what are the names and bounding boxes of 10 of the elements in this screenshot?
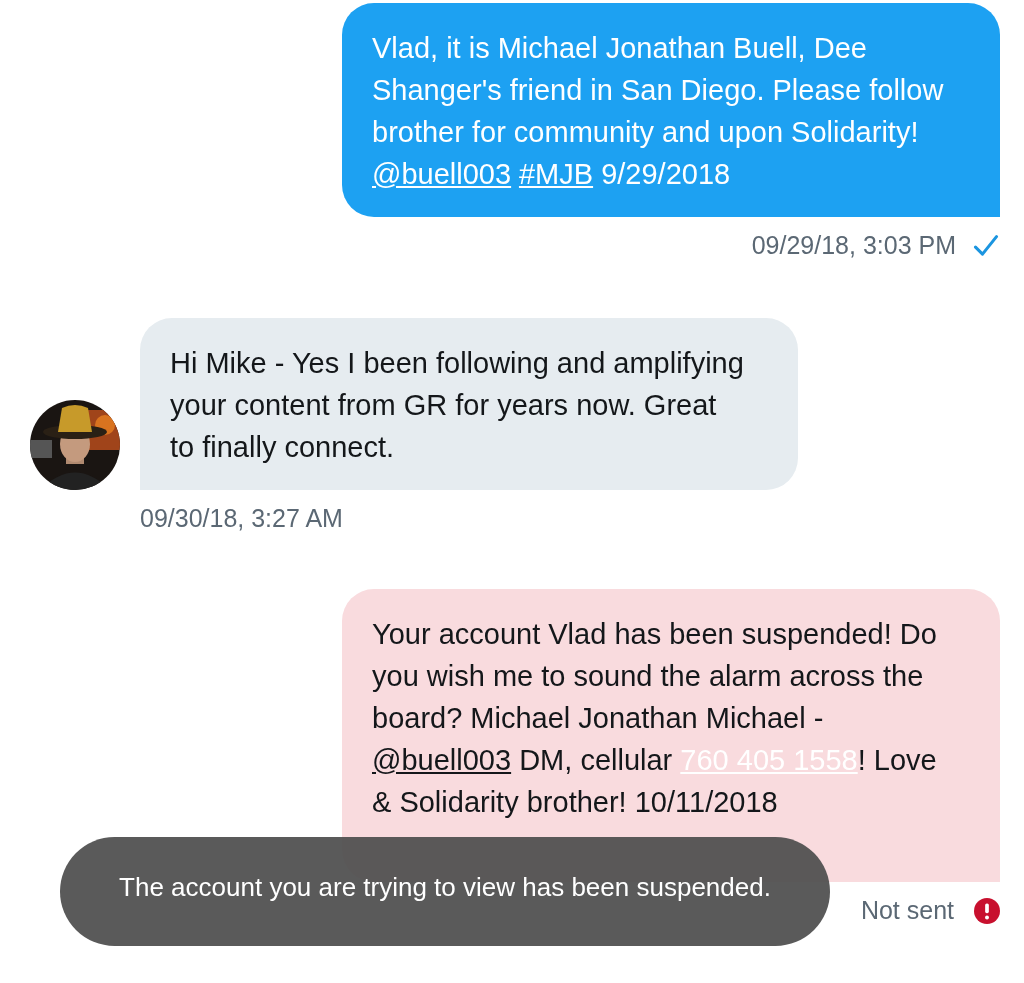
error-icon: [974, 897, 1000, 924]
mention-link[interactable]: @buell003: [372, 158, 512, 190]
toast-message: The account you are trying to view has been suspended.: [60, 837, 830, 946]
message-text: Vlad, it is Michael Jonathan Buell, Dee Shanger's friend in San Diego. Please follow brother for community and upon Solidarity! @buell003 #MJB 9/29/2018: [372, 32, 944, 190]
mention-link[interactable]: #MJB: [518, 158, 594, 190]
message-text: Hi Mike - Yes I been following and amplifying your content from GR for years now. Great to finally connect.: [170, 347, 744, 463]
timestamp: 09/30/18, 3:27 AM: [140, 504, 343, 533]
mention-link[interactable]: @buell003: [372, 744, 512, 776]
timestamp: 09/29/18, 3:03 PM: [751, 231, 956, 260]
status-text: Not sent: [860, 896, 954, 925]
